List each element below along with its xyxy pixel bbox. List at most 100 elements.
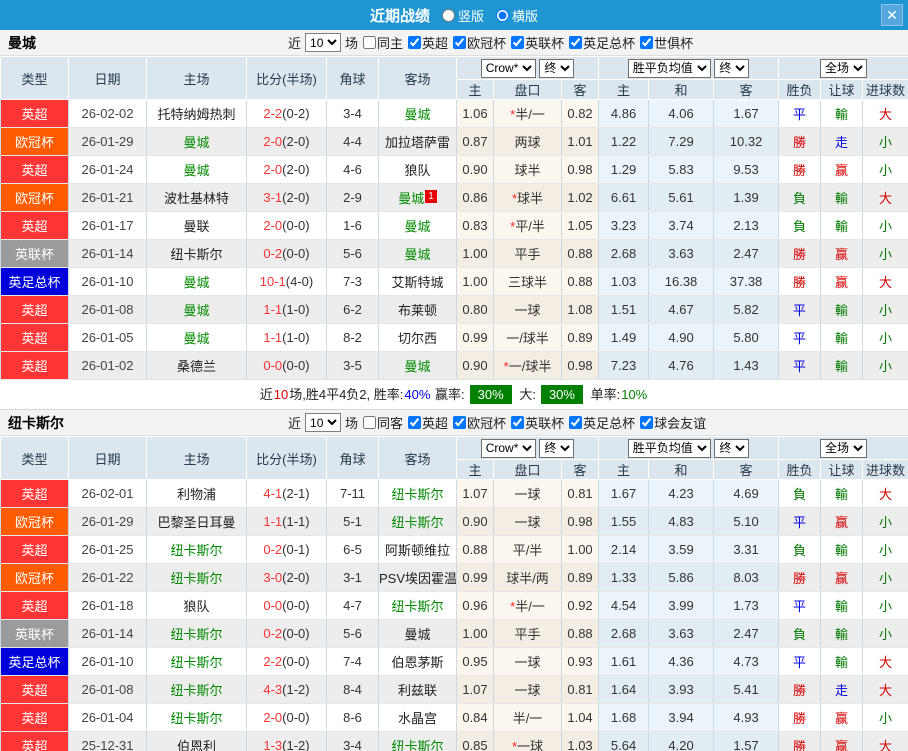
league-filter-label: 英超	[422, 33, 448, 52]
layout-horizontal-option[interactable]: 横版	[496, 6, 538, 25]
avg-select[interactable]: 胜平负均值	[628, 59, 711, 78]
odds-home-cell: 0.83	[457, 212, 494, 240]
odds-company-select[interactable]: Crow*	[481, 439, 536, 458]
col-corner-header: 角球	[327, 437, 379, 480]
odds-handicap-cell: 球半/两	[494, 564, 562, 592]
league-filter[interactable]: 英足总杯	[569, 413, 635, 432]
league-badge: 英超	[1, 704, 69, 732]
odds-handicap-cell: 平手	[494, 620, 562, 648]
league-filter[interactable]: 英足总杯	[569, 33, 635, 52]
match-count-select[interactable]: 10	[305, 413, 341, 432]
league-filter-checkbox[interactable]	[569, 416, 582, 429]
odds-home-cell: 0.86	[457, 184, 494, 212]
team-name: 纽卡斯尔	[391, 739, 443, 751]
score-cell: 2-0(0-0)	[247, 704, 327, 732]
league-filter-checkbox[interactable]	[511, 416, 524, 429]
league-badge: 英联杯	[1, 620, 69, 648]
fulltime-score: 0-2	[263, 626, 282, 641]
score-cell: 3-1(2-0)	[247, 184, 327, 212]
summary-row: 近10场,胜4平4负2, 胜率:40% 赢率:30% 大:30% 单率:10%	[0, 380, 908, 410]
close-button[interactable]: ✕	[881, 4, 903, 26]
league-badge: 英足总杯	[1, 648, 69, 676]
fulltime-score: 4-1	[263, 486, 282, 501]
team-name: 狼队	[183, 599, 209, 614]
odds-company-select[interactable]: Crow*	[481, 59, 536, 78]
league-filter[interactable]: 球会友谊	[640, 413, 706, 432]
odds-away-cell: 1.01	[562, 128, 599, 156]
match-count-select[interactable]: 10	[305, 33, 341, 52]
horizontal-radio[interactable]	[496, 9, 509, 22]
layout-vertical-option[interactable]: 竖版	[442, 6, 484, 25]
avg-select[interactable]: 胜平负均值	[628, 439, 711, 458]
match-row: 英超26-02-02托特纳姆热刺2-2(0-2)3-4曼城1.06*半/一0.8…	[1, 100, 908, 128]
league-filter-checkbox[interactable]	[408, 36, 421, 49]
halftime-score: (2-1)	[282, 486, 309, 501]
league-filter[interactable]: 世俱杯	[640, 33, 693, 52]
same-venue-checkbox[interactable]	[363, 416, 376, 429]
league-filter-label: 世俱杯	[654, 33, 693, 52]
result-goals-cell: 大	[863, 100, 908, 128]
avg-win-cell: 1.61	[599, 648, 649, 676]
result-goals-cell: 大	[863, 648, 908, 676]
corners-cell: 2-9	[327, 184, 379, 212]
league-filter-checkbox[interactable]	[453, 416, 466, 429]
match-row: 英超26-01-05曼城1-1(1-0)8-2切尔西0.99一/球半0.891.…	[1, 324, 908, 352]
team-title: 纽卡斯尔	[8, 413, 64, 433]
league-filter[interactable]: 英超	[408, 413, 448, 432]
match-row: 英超26-02-01利物浦4-1(2-1)7-11纽卡斯尔1.07一球0.811…	[1, 480, 908, 508]
match-date: 26-01-17	[69, 212, 147, 240]
away-team-cell: 曼城1	[379, 184, 457, 212]
league-filter-checkbox[interactable]	[408, 416, 421, 429]
league-badge: 英足总杯	[1, 268, 69, 296]
col-score-header: 比分(半场)	[247, 57, 327, 100]
league-filter-checkbox[interactable]	[453, 36, 466, 49]
avg-lose-cell: 1.43	[714, 352, 779, 380]
fulltime-score: 2-0	[263, 134, 282, 149]
result-wdl-cell: 負	[779, 620, 821, 648]
odds-home-cell: 0.96	[457, 592, 494, 620]
league-filter-label: 英联杯	[525, 33, 564, 52]
result-handicap-cell: 輸	[821, 536, 863, 564]
avg-stage-select[interactable]: 终	[714, 59, 749, 78]
league-filter[interactable]: 欧冠杯	[453, 33, 506, 52]
same-venue-checkbox[interactable]	[363, 36, 376, 49]
same-venue-filter[interactable]: 同客	[363, 413, 403, 432]
odds-group-header: Crow* 终	[457, 57, 599, 80]
scope-select[interactable]: 全场	[820, 439, 867, 458]
team-name: 桑德兰	[177, 359, 216, 374]
fulltime-score: 1-1	[263, 330, 282, 345]
away-team-cell: 切尔西	[379, 324, 457, 352]
league-filter-checkbox[interactable]	[511, 36, 524, 49]
result-handicap-cell: 輸	[821, 592, 863, 620]
league-filter[interactable]: 欧冠杯	[453, 413, 506, 432]
games-label: 场	[345, 33, 358, 52]
odds-away-cell: 0.98	[562, 508, 599, 536]
league-filter[interactable]: 英超	[408, 33, 448, 52]
corners-cell: 1-6	[327, 212, 379, 240]
league-filter[interactable]: 英联杯	[511, 33, 564, 52]
corners-cell: 3-1	[327, 564, 379, 592]
result-handicap-cell: 赢	[821, 704, 863, 732]
scope-select[interactable]: 全场	[820, 59, 867, 78]
vertical-radio[interactable]	[442, 9, 455, 22]
team-name: 伯恩茅斯	[391, 655, 443, 670]
avg-win-cell: 7.23	[599, 352, 649, 380]
league-filter-checkbox[interactable]	[640, 36, 653, 49]
avg-stage-select[interactable]: 终	[714, 439, 749, 458]
team-name: 曼城	[404, 107, 430, 122]
score-cell: 2-2(0-0)	[247, 648, 327, 676]
team-name: 纽卡斯尔	[391, 599, 443, 614]
avg-draw-cell: 4.36	[649, 648, 714, 676]
result-handicap-cell: 走	[821, 128, 863, 156]
home-team-cell: 巴黎圣日耳曼	[147, 508, 247, 536]
league-filter[interactable]: 英联杯	[511, 413, 564, 432]
result-goals-cell: 小	[863, 296, 908, 324]
league-badge: 英超	[1, 156, 69, 184]
odds-stage-select[interactable]: 终	[539, 59, 574, 78]
odds-stage-select[interactable]: 终	[539, 439, 574, 458]
league-filter-checkbox[interactable]	[640, 416, 653, 429]
match-date: 26-02-02	[69, 100, 147, 128]
league-filter-checkbox[interactable]	[569, 36, 582, 49]
result-wdl-cell: 平	[779, 508, 821, 536]
same-venue-filter[interactable]: 同主	[363, 33, 403, 52]
